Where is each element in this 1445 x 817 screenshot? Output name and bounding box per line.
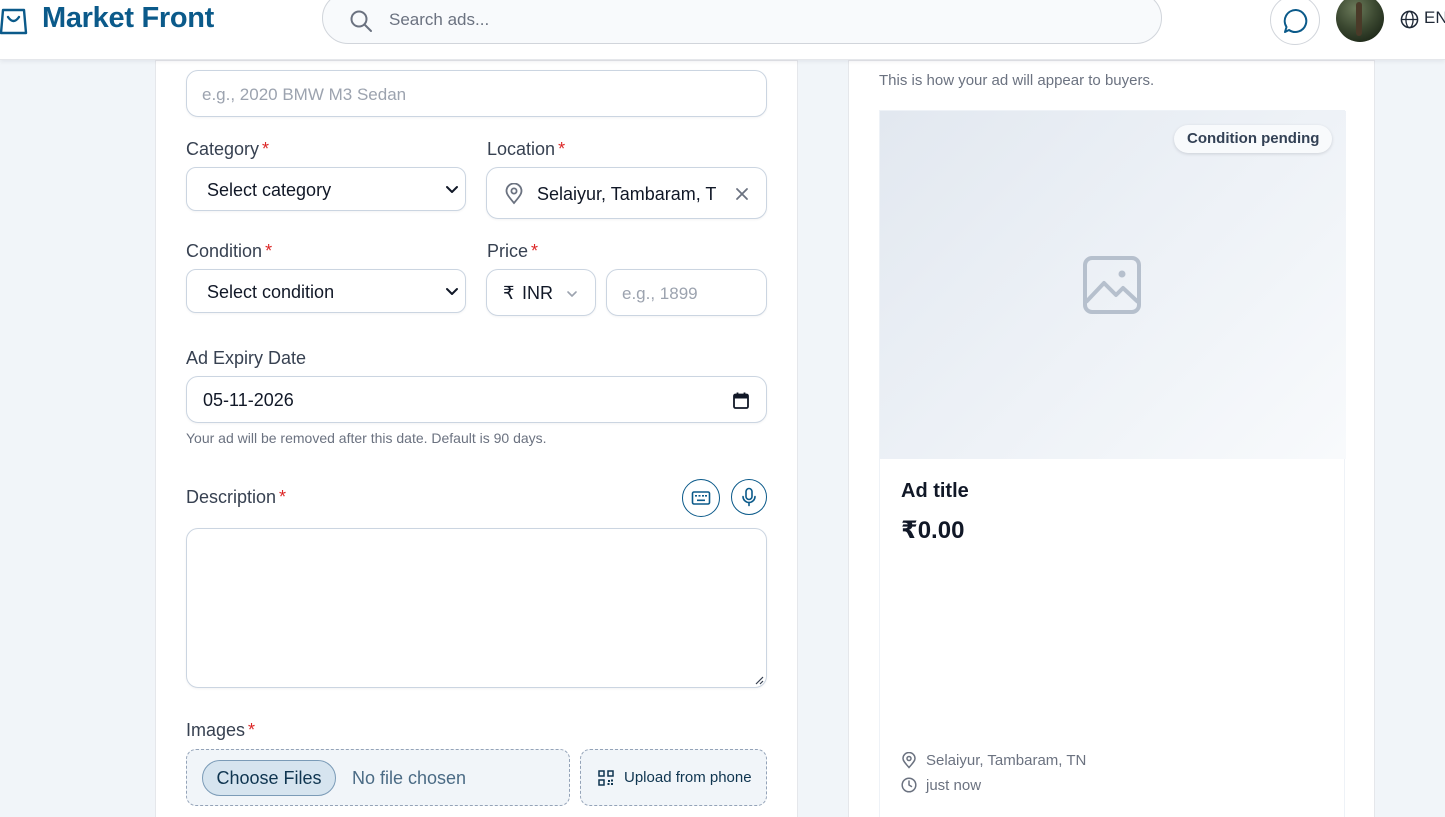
- category-value: Select category: [207, 180, 332, 200]
- required-mark: *: [248, 720, 256, 740]
- qr-code-icon: [598, 770, 614, 786]
- price-placeholder: e.g., 1899: [622, 284, 698, 303]
- microphone-icon: [742, 487, 756, 507]
- description-label: Description *: [186, 487, 286, 508]
- expiry-label: Ad Expiry Date: [186, 348, 307, 368]
- top-header: Market Front Search ads... EN: [0, 0, 1445, 60]
- search-input[interactable]: Search ads...: [389, 10, 489, 30]
- price-label-text: Price: [487, 241, 529, 261]
- ad-price: ₹0.00: [901, 517, 965, 544]
- condition-value: Select condition: [207, 282, 335, 302]
- chat-button[interactable]: [1270, 0, 1320, 45]
- map-pin-icon: [505, 183, 523, 205]
- required-mark: *: [262, 139, 270, 159]
- globe-icon: [1400, 10, 1419, 29]
- search-bar[interactable]: Search ads...: [322, 0, 1162, 44]
- chevron-down-icon: [567, 291, 577, 297]
- description-textarea[interactable]: [186, 528, 767, 688]
- required-mark: *: [558, 139, 566, 159]
- category-label-text: Category: [186, 139, 260, 159]
- price-input[interactable]: e.g., 1899: [606, 269, 767, 316]
- ad-location-text: Selaiyur, Tambaram, TN: [926, 752, 1087, 769]
- shopping-bag-icon[interactable]: [0, 5, 28, 35]
- expiry-date-input[interactable]: 05-11-2026: [186, 376, 767, 423]
- ad-time-text: just now: [926, 777, 982, 794]
- condition-label: Condition *: [186, 241, 272, 262]
- expiry-value: 05-11-2026: [203, 390, 294, 410]
- required-mark: *: [531, 241, 539, 261]
- required-mark: *: [279, 487, 287, 507]
- microphone-button[interactable]: [731, 479, 767, 515]
- location-label: Location *: [487, 139, 565, 160]
- location-label-text: Location: [487, 139, 556, 159]
- currency-code: INR: [522, 283, 553, 303]
- chevron-down-icon: [446, 186, 458, 193]
- no-file-text: No file chosen: [352, 768, 467, 788]
- ad-title: Ad title: [901, 480, 969, 502]
- brand-name[interactable]: Market Front: [42, 2, 214, 35]
- title-placeholder: e.g., 2020 BMW M3 Sedan: [202, 85, 407, 104]
- status-badge: Condition pending: [1174, 125, 1333, 153]
- calendar-icon[interactable]: [733, 392, 749, 409]
- currency-symbol: ₹: [503, 283, 515, 303]
- preview-note: This is how your ad will appear to buyer…: [879, 72, 1155, 89]
- clear-icon[interactable]: [735, 187, 749, 201]
- condition-select[interactable]: Select condition: [186, 269, 466, 313]
- image-placeholder-icon: [1083, 256, 1141, 314]
- language-code: EN: [1424, 8, 1445, 27]
- map-pin-icon: [902, 752, 916, 769]
- file-drop-zone[interactable]: Choose Files No file chosen: [186, 749, 570, 806]
- images-label: Images *: [186, 720, 255, 741]
- title-input[interactable]: e.g., 2020 BMW M3 Sedan: [186, 70, 767, 117]
- avatar[interactable]: [1336, 0, 1384, 42]
- expiry-hint: Your ad will be removed after this date.…: [186, 430, 547, 446]
- resize-handle-icon[interactable]: [754, 675, 764, 685]
- choose-files-button[interactable]: Choose Files: [202, 760, 336, 796]
- currency-select[interactable]: ₹ INR: [486, 269, 596, 316]
- ad-preview-card: Condition pending Ad title ₹0.00 Selaiyu…: [879, 110, 1346, 817]
- chevron-down-icon: [446, 288, 458, 295]
- clock-icon: [901, 777, 917, 793]
- images-label-text: Images: [186, 720, 246, 740]
- category-label: Category *: [186, 139, 269, 160]
- upload-from-phone-button[interactable]: Upload from phone: [580, 749, 767, 806]
- description-label-text: Description: [186, 487, 277, 507]
- search-icon: [349, 9, 373, 33]
- location-value: Selaiyur, Tambaram, TN: [537, 184, 717, 204]
- chat-bubble-icon: [1283, 8, 1308, 33]
- ad-image-placeholder: Condition pending: [880, 111, 1346, 459]
- upload-from-phone-label: Upload from phone: [624, 769, 752, 786]
- category-select[interactable]: Select category: [186, 167, 466, 211]
- keyboard-icon: [691, 491, 711, 505]
- price-label: Price *: [487, 241, 538, 262]
- condition-label-text: Condition: [186, 241, 263, 261]
- required-mark: *: [265, 241, 273, 261]
- location-input[interactable]: Selaiyur, Tambaram, TN: [486, 167, 767, 219]
- keyboard-button[interactable]: [682, 479, 720, 517]
